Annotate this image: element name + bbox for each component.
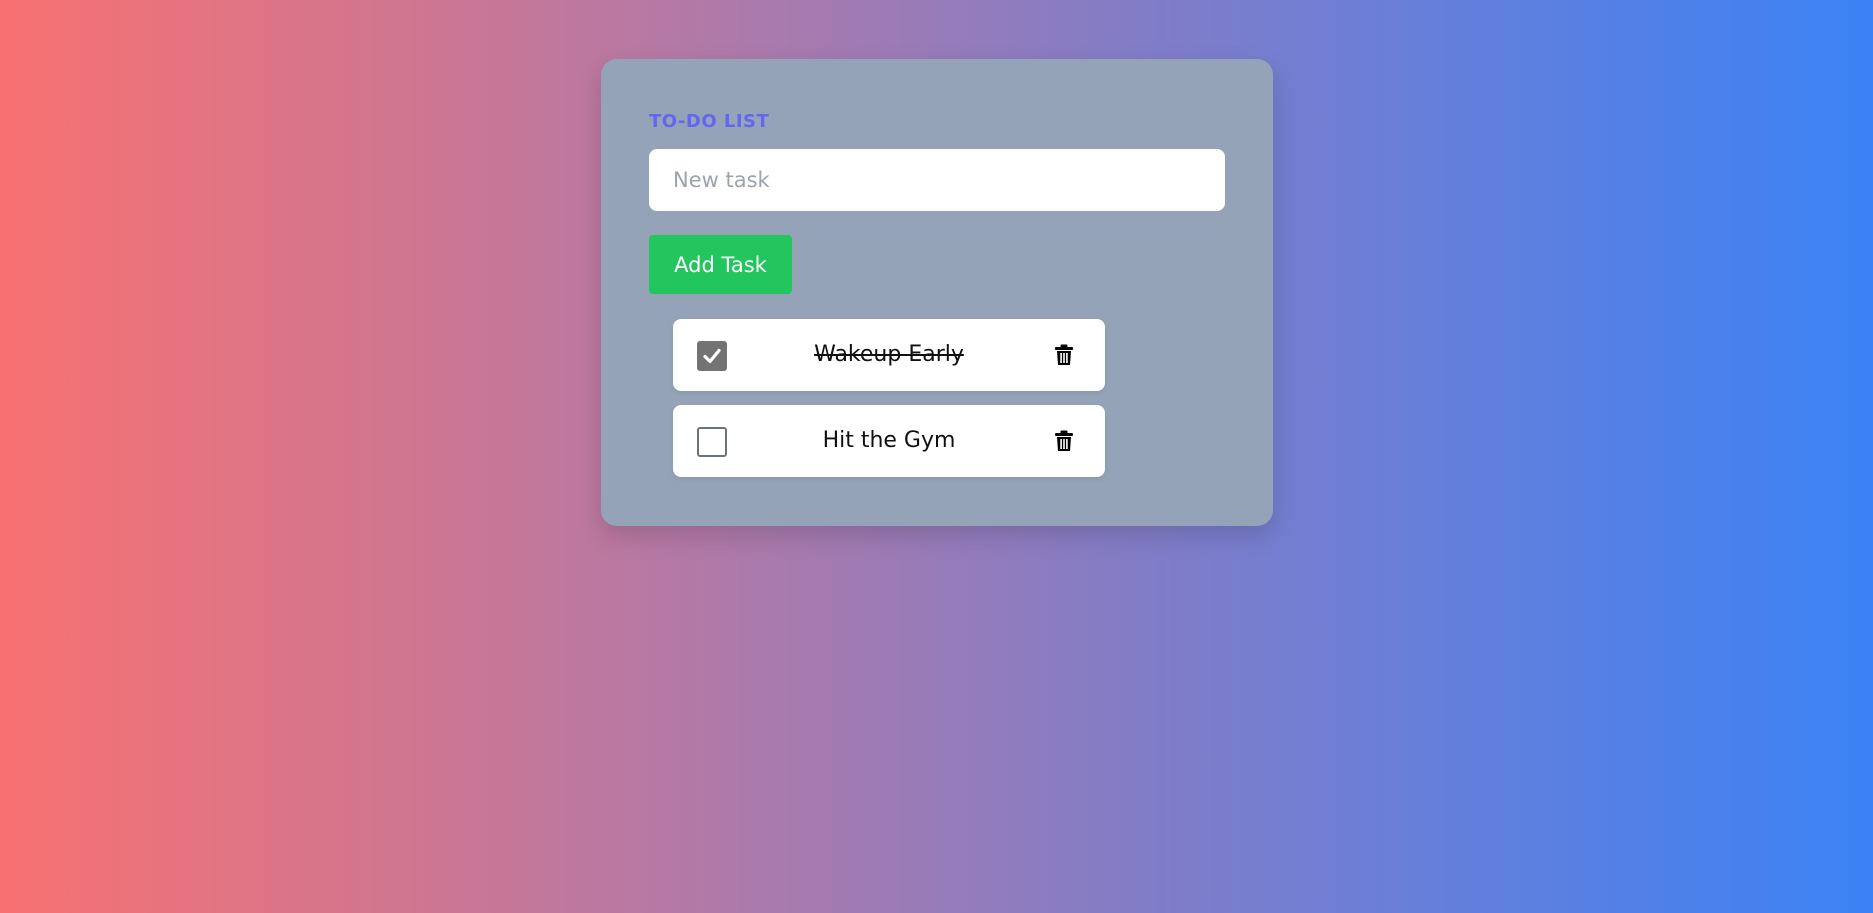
app-title: TO-DO LIST: [649, 111, 770, 132]
task-label: Hit the Gym: [822, 428, 956, 453]
trash-icon: [1055, 344, 1073, 365]
delete-task-button[interactable]: [1049, 343, 1079, 369]
task-item: Wakeup Early: [673, 319, 1105, 391]
trash-icon: [1055, 430, 1073, 451]
task-item: Hit the Gym: [673, 405, 1105, 477]
checkmark-icon: [703, 348, 721, 364]
task-checkbox[interactable]: [697, 427, 727, 457]
task-list: Wakeup Early Hit the Gym: [673, 319, 1105, 491]
add-task-button[interactable]: Add Task: [649, 235, 792, 294]
task-checkbox[interactable]: [697, 341, 727, 371]
delete-task-button[interactable]: [1049, 429, 1079, 455]
task-label: Wakeup Early: [814, 342, 964, 367]
new-task-input[interactable]: [649, 149, 1225, 211]
todo-card: TO-DO LIST Add Task Wakeup Early: [601, 59, 1273, 526]
